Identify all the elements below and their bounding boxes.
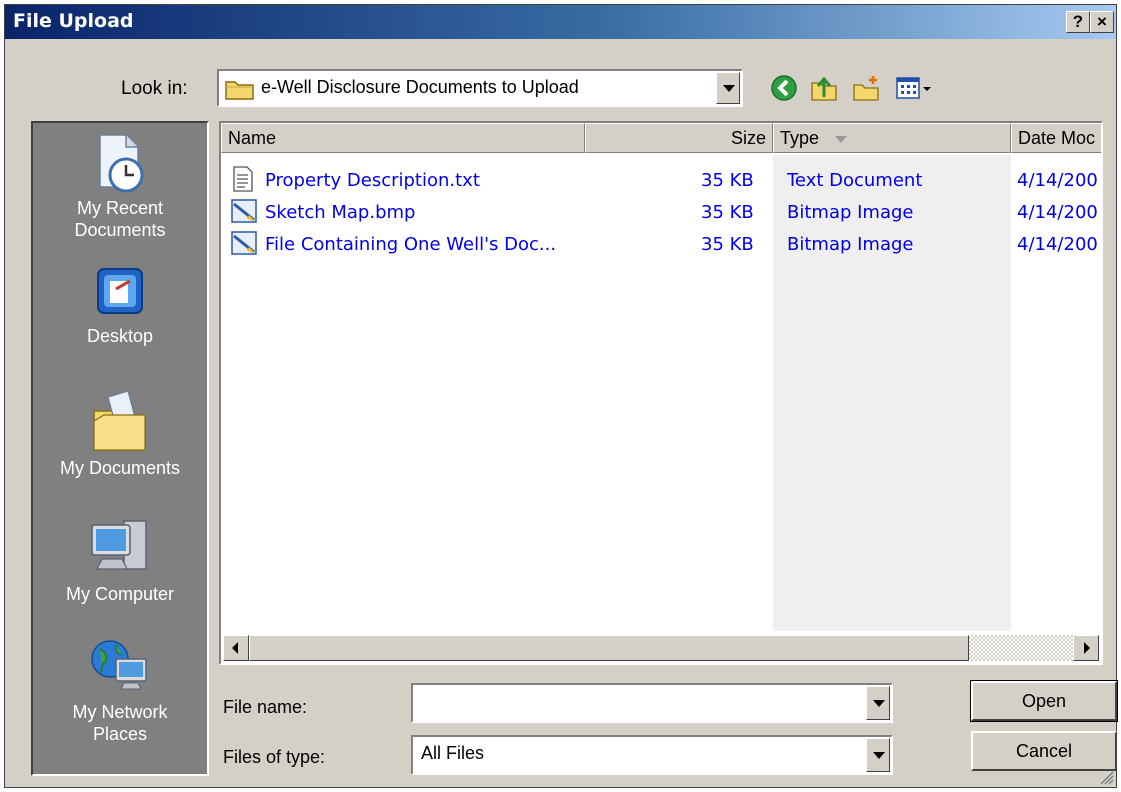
cancel-button[interactable]: Cancel [971,731,1117,771]
up-folder-icon[interactable] [809,73,839,103]
desktop-icon [97,268,143,314]
place-label: My Computer [65,584,175,604]
file-size: 35 KB [701,234,754,255]
arrow-right-icon [1084,642,1090,654]
new-folder-icon[interactable] [851,73,881,103]
column-header-size[interactable]: Size [585,123,773,153]
my-computer-icon [91,520,147,570]
files-of-type-dropdown-button[interactable] [866,738,890,772]
sort-descending-icon [835,136,848,143]
file-name-label: File name: [223,697,308,717]
views-menu-icon[interactable] [895,73,935,103]
look-in-combo[interactable]: e-Well Disclosure Documents to Upload [217,69,743,107]
file-size: 35 KB [701,202,754,223]
place-my-computer[interactable]: My Computer [33,515,207,605]
file-name-dropdown-button[interactable] [866,686,890,720]
place-my-recent-documents[interactable]: My Recent Documents [33,133,207,241]
help-button[interactable]: ? [1066,11,1090,33]
file-row[interactable]: Sketch Map.bmp 35 KB Bitmap Image 4/14/2… [221,195,1101,227]
place-my-documents[interactable]: My Documents [33,389,207,479]
scroll-right-button[interactable] [1073,635,1099,661]
place-my-network-places[interactable]: My Network Places [33,633,207,745]
window-title: File Upload [13,10,134,32]
places-bar: My Recent Documents Desktop My Documents [31,121,209,776]
scroll-track[interactable] [969,635,1073,661]
title-bar[interactable]: File Upload ? × [5,5,1116,39]
files-of-type-select[interactable]: All Files [411,735,893,775]
bitmap-file-icon [231,231,257,255]
place-label: Desktop [86,326,154,346]
files-of-type-value: All Files [421,743,485,763]
close-button[interactable]: × [1090,11,1114,33]
horizontal-scrollbar[interactable] [223,635,1099,661]
file-name: Property Description.txt [265,170,480,191]
bitmap-file-icon [231,199,257,223]
files-of-type-label: Files of type: [223,747,326,767]
file-type: Bitmap Image [787,202,914,223]
recent-documents-icon [99,134,144,193]
column-header-date-modified[interactable]: Date Moc [1011,123,1101,153]
file-name: File Containing One Well's Doc... [265,234,557,255]
file-date: 4/14/200 [1017,234,1098,255]
my-documents-icon [93,390,146,451]
file-type: Bitmap Image [787,234,914,255]
back-icon[interactable] [769,73,799,103]
resize-grip-icon[interactable] [1098,769,1114,785]
file-date: 4/14/200 [1017,202,1098,223]
place-label: My Recent [76,198,164,218]
open-button[interactable]: Open [970,680,1118,722]
place-label: My Network [72,702,168,722]
arrow-left-icon [232,642,238,654]
network-places-icon [91,640,147,690]
file-upload-dialog: File Upload ? × Look in: e-Well Disclosu… [4,4,1118,788]
column-header-type-label: Type [780,128,820,148]
place-label: Places [92,724,148,744]
file-row[interactable]: File Containing One Well's Doc... 35 KB … [221,227,1101,259]
file-name: Sketch Map.bmp [265,202,416,223]
text-file-icon [233,166,253,192]
place-desktop[interactable]: Desktop [33,263,207,347]
file-type: Text Document [787,170,923,191]
scroll-left-button[interactable] [223,635,249,661]
file-date: 4/14/200 [1017,170,1098,191]
folder-icon [225,81,254,100]
column-header-type[interactable]: Type [773,123,1011,153]
look-in-label: Look in: [121,78,188,99]
file-list[interactable]: Name Size Type Date Moc Property Descrip… [219,121,1103,665]
place-label: Documents [74,220,166,240]
look-in-dropdown-button[interactable] [716,72,740,104]
place-label: My Documents [59,458,181,478]
scroll-thumb[interactable] [249,635,969,661]
file-row[interactable]: Property Description.txt 35 KB Text Docu… [221,163,1101,195]
look-in-value: e-Well Disclosure Documents to Upload [261,77,579,97]
file-name-input[interactable] [411,683,893,723]
file-size: 35 KB [701,170,754,191]
column-header-name[interactable]: Name [221,123,585,153]
